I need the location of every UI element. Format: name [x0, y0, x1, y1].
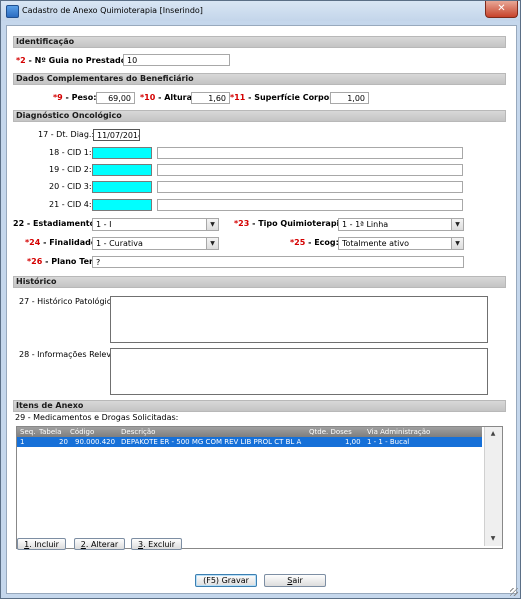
vertical-scrollbar[interactable]: ▲ ▼	[484, 427, 502, 546]
table-row[interactable]: 1 20 90.000.420 DEPAKOTE ER - 500 MG COM…	[17, 437, 482, 447]
informacoes-relev-textarea[interactable]	[110, 348, 488, 395]
form-area: Identificação *2 - Nº Guia no Prestador:…	[6, 25, 517, 594]
dt-diag-label: 17 - Dt. Diag.:	[38, 130, 95, 139]
medicamentos-grid[interactable]: Seq. Tabela Código Descrição Qtde. Doses…	[16, 426, 503, 549]
section-dados-complementares: Dados Complementares do Beneficiário	[13, 73, 506, 85]
plano-ter-input[interactable]: ?	[92, 256, 464, 268]
section-itens-anexo: Itens de Anexo	[13, 400, 506, 412]
gravar-button[interactable]: (F5) Gravar	[195, 574, 257, 587]
section-title: Histórico	[16, 277, 57, 286]
chevron-down-icon[interactable]: ▼	[206, 219, 218, 230]
tipo-quimioterapia-select[interactable]: 1 - 1ª Linha ▼	[338, 218, 464, 231]
cid4-description-field	[157, 199, 463, 211]
informacoes-relev-label: 28 - Informações Relev.:	[19, 350, 116, 359]
cid1-code-input[interactable]	[92, 147, 152, 159]
section-title: Itens de Anexo	[16, 401, 84, 410]
title-bar[interactable]: Cadastro de Anexo Quimioterapia [Inserin…	[1, 1, 520, 21]
guia-input[interactable]: 10	[123, 54, 230, 66]
cell-qtde-doses: 1,00	[345, 438, 361, 446]
superficie-label: *11 - Superfície Corporal:	[230, 93, 345, 102]
section-historico: Histórico	[13, 276, 506, 288]
finalidade-select[interactable]: 1 - Curativa ▼	[92, 237, 219, 250]
ecog-label: *25 - Ecog:	[290, 238, 339, 247]
tipo-quimioterapia-label: *23 - Tipo Quimioterapia:	[234, 219, 348, 228]
cid2-label: 19 - CID 2:	[49, 165, 92, 174]
cell-tabela: 20	[59, 438, 68, 446]
dialog-window: Cadastro de Anexo Quimioterapia [Inserin…	[0, 0, 521, 599]
column-header-codigo[interactable]: Código	[70, 427, 94, 437]
ecog-value: Totalmente ativo	[342, 239, 409, 248]
plano-ter-label: *26 - Plano Ter:	[27, 257, 97, 266]
grid-header: Seq. Tabela Código Descrição Qtde. Doses…	[17, 427, 482, 437]
section-title: Dados Complementares do Beneficiário	[16, 74, 194, 83]
dt-diag-input[interactable]: 11/07/2014	[93, 129, 140, 141]
column-header-qtde-doses[interactable]: Qtde. Doses	[309, 427, 352, 437]
section-title: Identificação	[16, 37, 75, 46]
chevron-down-icon[interactable]: ▼	[451, 238, 463, 249]
tipo-quimioterapia-value: 1 - 1ª Linha	[342, 220, 389, 229]
finalidade-value: 1 - Curativa	[96, 239, 143, 248]
section-diagnostico: Diagnóstico Oncológico	[13, 110, 506, 122]
scroll-down-icon[interactable]: ▼	[487, 534, 499, 544]
cell-seq: 1	[20, 438, 25, 446]
app-icon	[6, 5, 19, 18]
cid3-label: 20 - CID 3:	[49, 182, 92, 191]
altura-label: *10 - Altura:	[140, 93, 196, 102]
cid3-description-field	[157, 181, 463, 193]
alterar-button[interactable]: 2. Alterar	[74, 538, 125, 550]
historico-patologico-textarea[interactable]	[110, 296, 488, 343]
close-button[interactable]: ✕	[485, 1, 518, 18]
cid2-description-field	[157, 164, 463, 176]
column-header-seq[interactable]: Seq.	[20, 427, 35, 437]
cid1-description-field	[157, 147, 463, 159]
cid3-code-input[interactable]	[92, 181, 152, 193]
peso-label: *9 - Peso:	[53, 93, 97, 102]
column-header-tabela[interactable]: Tabela	[39, 427, 61, 437]
cid4-label: 21 - CID 4:	[49, 200, 92, 209]
section-identificacao: Identificação	[13, 36, 506, 48]
cell-descricao: DEPAKOTE ER - 500 MG COM REV LIB PROL CT…	[121, 438, 302, 446]
column-header-via-administracao[interactable]: Via Administração	[367, 427, 430, 437]
peso-input[interactable]: 69,00	[96, 92, 135, 104]
chevron-down-icon[interactable]: ▼	[451, 219, 463, 230]
column-header-descricao[interactable]: Descrição	[121, 427, 155, 437]
ecog-select[interactable]: Totalmente ativo ▼	[338, 237, 464, 250]
chevron-down-icon[interactable]: ▼	[206, 238, 218, 249]
cell-via-administracao: 1 - 1 - Bucal	[367, 438, 410, 446]
finalidade-label: *24 - Finalidade:	[25, 238, 100, 247]
guia-label: *2 - Nº Guia no Prestador:	[16, 56, 134, 65]
cid1-label: 18 - CID 1:	[49, 148, 92, 157]
incluir-button[interactable]: 1. Incluir	[17, 538, 66, 550]
section-title: Diagnóstico Oncológico	[16, 111, 122, 120]
cell-codigo: 90.000.420	[75, 438, 116, 446]
estadiamento-select[interactable]: 1 - I ▼	[92, 218, 219, 231]
superficie-input[interactable]: 1,00	[330, 92, 369, 104]
historico-patologico-label: 27 - Histórico Patológico:	[19, 297, 119, 306]
excluir-button[interactable]: 3. Excluir	[131, 538, 182, 550]
cid2-code-input[interactable]	[92, 164, 152, 176]
sair-button[interactable]: Sair	[264, 574, 326, 587]
medicamentos-label: 29 - Medicamentos e Drogas Solicitadas:	[15, 413, 179, 422]
window-title: Cadastro de Anexo Quimioterapia [Inserin…	[22, 6, 203, 15]
estadiamento-label: 22 - Estadiamento:	[13, 219, 99, 228]
altura-input[interactable]: 1,60	[191, 92, 230, 104]
cid4-code-input[interactable]	[92, 199, 152, 211]
scroll-up-icon[interactable]: ▲	[487, 429, 499, 439]
estadiamento-value: 1 - I	[96, 220, 112, 229]
resize-grip[interactable]	[510, 588, 518, 596]
